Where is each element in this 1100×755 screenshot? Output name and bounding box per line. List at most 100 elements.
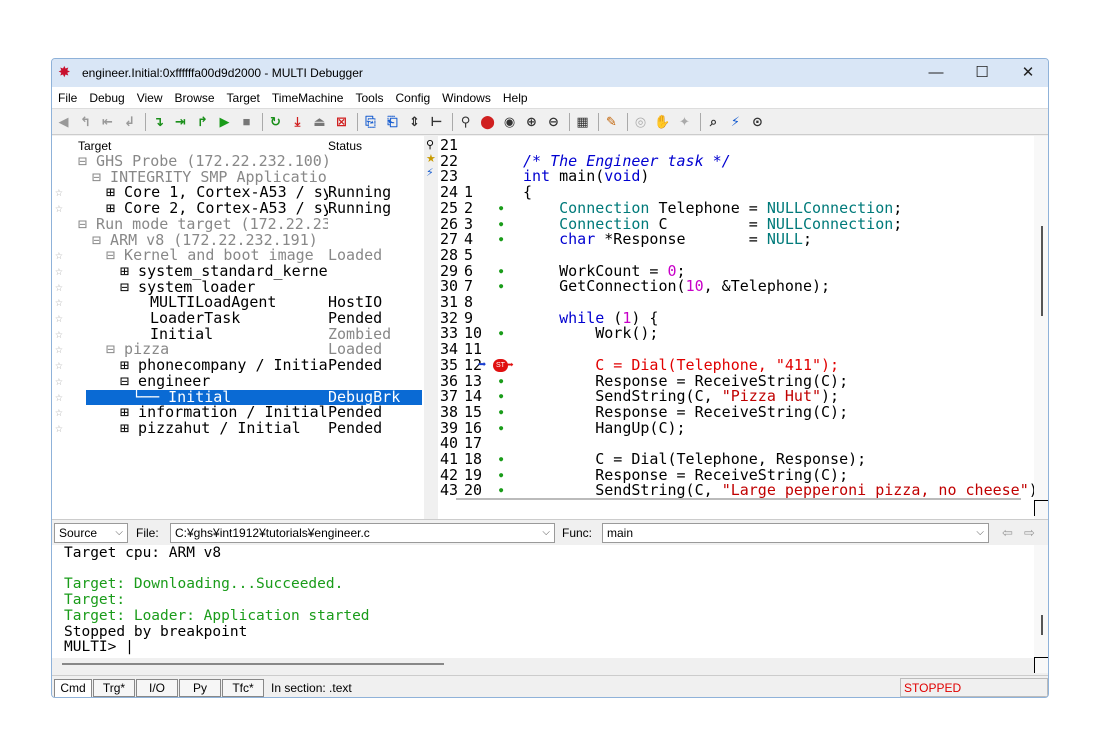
star-icon[interactable]: ☆ <box>55 374 63 390</box>
search-icon[interactable]: ⌕ <box>704 112 723 132</box>
kill-icon[interactable]: ⏏ <box>310 112 329 132</box>
tab-io[interactable]: I/O <box>136 679 178 697</box>
code-line[interactable]: 39 16 ● HangUp(C); <box>438 420 1038 437</box>
paste-icon[interactable]: ⎗ <box>383 112 402 132</box>
star-icon[interactable]: ☆ <box>55 390 63 406</box>
code-line[interactable]: 30 7 ● GetConnection(10, &Telephone); <box>438 278 1038 295</box>
star-icon[interactable]: ★ <box>426 152 436 165</box>
breakpoint-spot-icon[interactable]: ● <box>499 421 503 437</box>
tree-row[interactable]: ☆ ⊟ Kernel and boot image Loaded <box>52 247 424 264</box>
menu-tools[interactable]: Tools <box>349 91 389 105</box>
breakpoint-spot-icon[interactable]: ● <box>499 374 503 390</box>
breakpoint-spot-icon[interactable]: ● <box>499 279 503 295</box>
zoom-in-icon[interactable]: ⊕ <box>522 112 541 132</box>
status-column-header[interactable]: Status <box>328 139 362 153</box>
restart-icon[interactable]: ↻ <box>266 112 285 132</box>
zoom-out-icon[interactable]: ⊖ <box>544 112 563 132</box>
back-icon[interactable]: ◀ <box>54 112 73 132</box>
forward-arrow-icon[interactable]: ⇨ <box>1024 525 1035 541</box>
star-icon[interactable]: ☆ <box>55 311 63 327</box>
target-column-header[interactable]: Target <box>78 139 111 153</box>
menu-timemachine[interactable]: TimeMachine <box>266 91 350 105</box>
jump-icon[interactable]: ⚡ <box>426 166 434 179</box>
file-select[interactable]: C:¥ghs¥int1912¥tutorials¥engineer.c ⌵ <box>170 523 555 543</box>
registers-icon[interactable]: ▦ <box>573 112 592 132</box>
menu-browse[interactable]: Browse <box>169 91 221 105</box>
tab-tfc[interactable]: Tfc* <box>222 679 264 697</box>
cmd-vertical-scrollbar[interactable] <box>1034 545 1048 673</box>
tree-row[interactable]: ☆ ⊞ system_standard_kernel <box>52 264 424 280</box>
run-icon[interactable]: ▶ <box>215 112 234 132</box>
download-icon[interactable]: ⤓ <box>288 112 307 132</box>
stop-sign-icon[interactable]: ⬤ <box>478 112 497 132</box>
source-mode-select[interactable]: Source ⌵ <box>54 523 128 543</box>
breakpoints-icon[interactable]: ⚲ <box>456 112 475 132</box>
breakpoint-spot-icon[interactable]: ● <box>499 232 503 248</box>
tree-icon[interactable]: ⊢ <box>427 112 446 132</box>
tab-py[interactable]: Py <box>179 679 221 697</box>
star-icon[interactable]: ☆ <box>55 295 63 311</box>
star-icon[interactable]: ☆ <box>55 280 63 296</box>
step-over-icon[interactable]: ⇥ <box>171 112 190 132</box>
menu-config[interactable]: Config <box>389 91 436 105</box>
close-button[interactable]: ✕ <box>1005 59 1048 87</box>
star-icon[interactable]: ☆ <box>55 264 63 280</box>
breakpoint-spot-icon[interactable]: ● <box>499 217 503 233</box>
tree-row[interactable]: ☆ ⊞ Core 2, Cortex-A53 / systeRunning <box>52 200 424 217</box>
step-into-icon[interactable]: ↴ <box>149 112 168 132</box>
magnify-icon[interactable]: ⊙ <box>748 112 767 132</box>
command-pane[interactable]: Target cpu: ARM v8 Target: Downloading...… <box>52 545 1034 658</box>
breakpoint-spot-icon[interactable]: ● <box>499 405 503 421</box>
maximize-button[interactable]: ☐ <box>959 59 1005 87</box>
return-icon[interactable]: ⇤ <box>98 112 117 132</box>
tab-cmd[interactable]: Cmd <box>54 679 92 697</box>
step-out-icon[interactable]: ↱ <box>193 112 212 132</box>
copy-icon[interactable]: ⎘ <box>361 112 380 132</box>
breakpoint-spot-icon[interactable]: ● <box>499 468 503 484</box>
scrollbar-thumb[interactable] <box>62 663 444 665</box>
notes-icon[interactable]: ✎ <box>602 112 621 132</box>
star-icon[interactable]: ☆ <box>55 358 63 374</box>
tree-row[interactable]: ☆ ⊞ pizzahut / Initial Pended <box>52 420 424 437</box>
cmd-horizontal-scrollbar[interactable] <box>52 659 1034 673</box>
scrollbar-thumb[interactable] <box>1041 226 1043 316</box>
scrollbar-thumb[interactable] <box>1041 615 1043 635</box>
tab-trg[interactable]: Trg* <box>93 679 135 697</box>
breakpoint-spot-icon[interactable]: ● <box>499 389 503 405</box>
code-line[interactable]: 33 10 ● Work(); <box>438 326 1038 342</box>
profile-icon[interactable]: ⚡ <box>726 112 745 132</box>
star-icon[interactable]: ☆ <box>55 405 63 421</box>
sync-icon[interactable]: ⇕ <box>405 112 424 132</box>
breakpoint-spot-icon[interactable]: ● <box>499 483 503 499</box>
trace-icon[interactable]: ◎ <box>631 112 650 132</box>
minimize-button[interactable]: — <box>913 59 959 87</box>
search-icon[interactable]: ⚲ <box>426 138 434 151</box>
menu-windows[interactable]: Windows <box>436 91 497 105</box>
star-icon[interactable]: ☆ <box>55 327 63 343</box>
breakpoint-spot-icon[interactable]: ● <box>499 452 503 468</box>
back-arrow-icon[interactable]: ⇦ <box>1002 525 1013 541</box>
breakpoint-spot-icon[interactable]: ● <box>499 326 503 342</box>
detach-icon[interactable]: ⊠ <box>332 112 351 132</box>
code-vertical-scrollbar[interactable] <box>1034 136 1048 519</box>
step-back-icon[interactable]: ↲ <box>120 112 139 132</box>
menu-help[interactable]: Help <box>497 91 534 105</box>
halt-icon[interactable]: ■ <box>237 112 256 132</box>
code-horizontal-scrollbar[interactable] <box>456 498 1021 500</box>
up-stack-icon[interactable]: ↰ <box>76 112 95 132</box>
tree-row[interactable]: ☆ ⊞ phonecompany / Initial Pended <box>52 357 424 374</box>
breakpoint-spot-icon[interactable]: ● <box>499 264 503 280</box>
star-icon[interactable]: ☆ <box>55 201 63 217</box>
star-icon[interactable]: ☆ <box>55 248 63 264</box>
menu-file[interactable]: File <box>52 91 83 105</box>
hand-icon[interactable]: ✋ <box>653 112 672 132</box>
code-line[interactable]: 27 4 ● char *Response = NULL; <box>438 231 1038 248</box>
menu-debug[interactable]: Debug <box>83 91 130 105</box>
star-icon[interactable]: ☆ <box>55 421 63 437</box>
star-icon[interactable]: ☆ <box>55 342 63 358</box>
tree-row[interactable]: ⊟ GHS Probe (172.22.232.100) <box>52 154 424 170</box>
memory-view-icon[interactable]: ◉ <box>500 112 519 132</box>
code-line[interactable]: 43 20 ● SendString(C, "Large pepperoni piz… <box>438 483 1047 499</box>
tree-row[interactable]: ⊟ Run mode target (172.22.232.1 <box>52 217 424 233</box>
star-icon[interactable]: ☆ <box>55 185 63 201</box>
